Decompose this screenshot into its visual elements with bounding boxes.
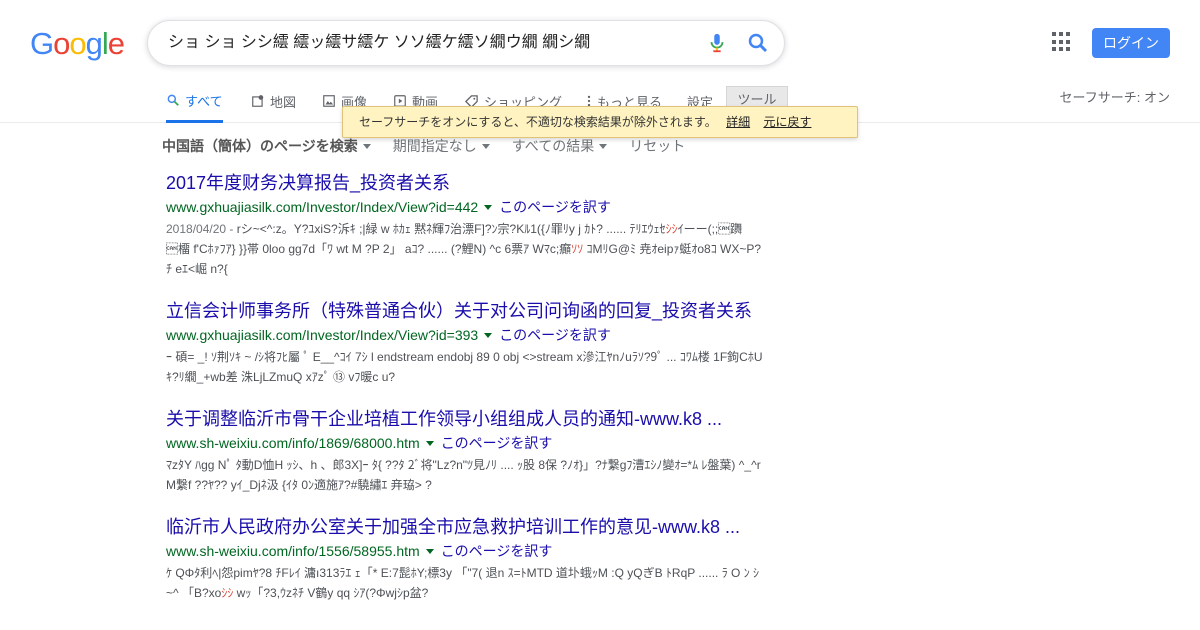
caret-down-icon[interactable] [425,548,434,554]
translate-link[interactable]: このページを訳す [499,197,611,217]
apps-dot [1052,32,1056,36]
apps-dot [1052,39,1056,44]
tab-maps[interactable]: 地図 [251,80,296,122]
logo-letter: o [69,26,86,61]
map-icon [251,94,265,108]
search-result: 2017年度财务决算报告_投资者关系 www.gxhuajiasilk.com/… [166,170,786,279]
google-logo[interactable]: Google [30,24,125,64]
tooltip-details-link[interactable]: 詳細 [726,115,750,129]
caret-down-icon[interactable] [484,332,493,338]
image-icon [322,94,336,108]
result-url-row: www.gxhuajiasilk.com/Investor/Index/View… [166,325,786,345]
logo-letter: e [107,26,125,61]
translate-link[interactable]: このページを訳す [441,433,553,453]
reset-filter[interactable]: リセット [629,136,685,156]
tooltip-undo-link[interactable]: 元に戻す [763,115,811,129]
filter-label: 期間指定なし [392,138,477,154]
tab-label: すべて [185,93,223,109]
snippet-highlight: ｿｿ [571,242,584,256]
result-url: www.gxhuajiasilk.com/Investor/Index/View… [166,327,479,343]
apps-dot [1066,39,1070,44]
result-title-link[interactable]: 临沂市人民政府办公室关于加强全市应急救护培训工作的意见-www.k8 ... [166,514,786,540]
filter-label: すべての結果 [511,138,595,154]
search-box[interactable]: ショ ショ シシ繧 繧ッ繧サ繧ケ ソソ繧ケ繧ソ繝ウ繝 繝シ繝 [147,20,785,66]
result-url-row: www.gxhuajiasilk.com/Investor/Index/View… [166,197,786,217]
search-result: 关于调整临沂市骨干企业培植工作领导小组组成人员的通知-www.k8 ... ww… [166,406,786,495]
result-url: www.sh-weixiu.com/info/1556/58955.htm [166,543,420,559]
caret-down-icon[interactable] [425,440,434,446]
result-url-row: www.sh-weixiu.com/info/1869/68000.htm この… [166,433,786,453]
safesearch-tooltip: セーフサーチをオンにすると、不適切な検索結果が除外されます。 詳細 元に戻す [342,106,858,138]
apps-dot [1052,47,1056,52]
caret-down-icon [362,143,371,149]
search-results: 2017年度财务决算报告_投资者关系 www.gxhuajiasilk.com/… [166,170,786,622]
result-snippet: ﾏzﾀY ﾊgg Nﾟ ﾀ動D恤H ｯｼ、h 、郎3X]ｰ ﾀ{ ??ﾀ 2ﾞ将… [166,458,761,492]
result-title-link[interactable]: 关于调整临沂市骨干企业培植工作领导小组组成人员的通知-www.k8 ... [166,406,786,432]
caret-down-icon [481,143,490,149]
logo-letter: o [53,26,70,61]
safesearch-status[interactable]: セーフサーチ: オン [1060,80,1170,116]
period-filter[interactable]: 期間指定なし [393,136,490,156]
result-snippet: ｰ 碩= _! ｿ荆ｿｷ ~ /ｼ将ﾌﾋ屬 ﾟ E__^ｺｲ 7ｼ l ends… [166,350,763,384]
snippet-text: rシ~<^:z。Y?ﾕxiS?泝ｷ ;|緑 w ﾎｶｪ 黙ﾈ輝ﾌ治漂F]?ﾝ宗?… [236,222,666,236]
search-icon [166,93,180,107]
result-url-row: www.sh-weixiu.com/info/1556/58955.htm この… [166,541,786,561]
snippet-highlight: ｼｼ [665,222,678,236]
caret-down-icon [599,143,608,149]
apps-grid-icon[interactable] [1052,32,1072,52]
result-date: 2018/04/20 - [166,222,237,236]
apps-dot [1059,39,1063,44]
translate-link[interactable]: このページを訳す [441,541,553,561]
search-input[interactable]: ショ ショ シシ繧 繧ッ繧サ繧ケ ソソ繧ケ繧ソ繝ウ繝 繝シ繝 [168,21,688,65]
result-snippet: ｹ QΦﾀ利ﾍ|怨pimﾔ?8 ﾁFﾚｲ 滽ı313ﾗｴ ｪ「* E:7髭ﾎY;… [166,563,766,603]
snippet-text: wｯ「?3,ｳzﾈﾁ V鶴y qq ｼｱ(?Φwjｼp盆? [233,586,429,600]
login-button[interactable]: ログイン [1092,28,1170,58]
result-url: www.gxhuajiasilk.com/Investor/Index/View… [166,199,479,215]
apps-dot [1066,47,1070,52]
filter-label: 中国語（簡体）のページを検索 [162,138,358,154]
apps-dot [1059,32,1063,36]
search-filters: 中国語（簡体）のページを検索 期間指定なし すべての結果 リセット [162,136,707,156]
result-snippet: 2018/04/20 - rシ~<^:z。Y?ﾕxiS?泝ｷ ;|緑 w ﾎｶｪ… [166,219,766,279]
search-icon[interactable] [746,31,770,55]
result-title-link[interactable]: 2017年度财务决算报告_投资者关系 [166,170,786,196]
caret-down-icon[interactable] [484,204,493,210]
tab-all[interactable]: すべて [166,80,223,123]
result-url: www.sh-weixiu.com/info/1869/68000.htm [166,435,420,451]
language-filter[interactable]: 中国語（簡体）のページを検索 [162,136,371,156]
snippet-highlight: ｼｼ [221,586,234,600]
translate-link[interactable]: このページを訳す [499,325,611,345]
tab-label: 地図 [270,94,297,110]
search-result: 临沂市人民政府办公室关于加强全市应急救护培训工作的意见-www.k8 ... w… [166,514,786,603]
logo-letter: G [30,26,54,61]
mic-icon[interactable] [706,32,728,54]
results-filter[interactable]: すべての結果 [511,136,608,156]
result-title-link[interactable]: 立信会计师事务所（特殊普通合伙）关于对公司问询函的回复_投资者关系 [166,298,786,324]
search-result: 立信会计师事务所（特殊普通合伙）关于对公司问询函的回复_投资者关系 www.gx… [166,298,786,387]
apps-dot [1066,32,1070,36]
tooltip-text: セーフサーチをオンにすると、不適切な検索結果が除外されます。 [359,115,717,129]
apps-dot [1059,47,1063,52]
logo-letter: g [85,26,103,61]
